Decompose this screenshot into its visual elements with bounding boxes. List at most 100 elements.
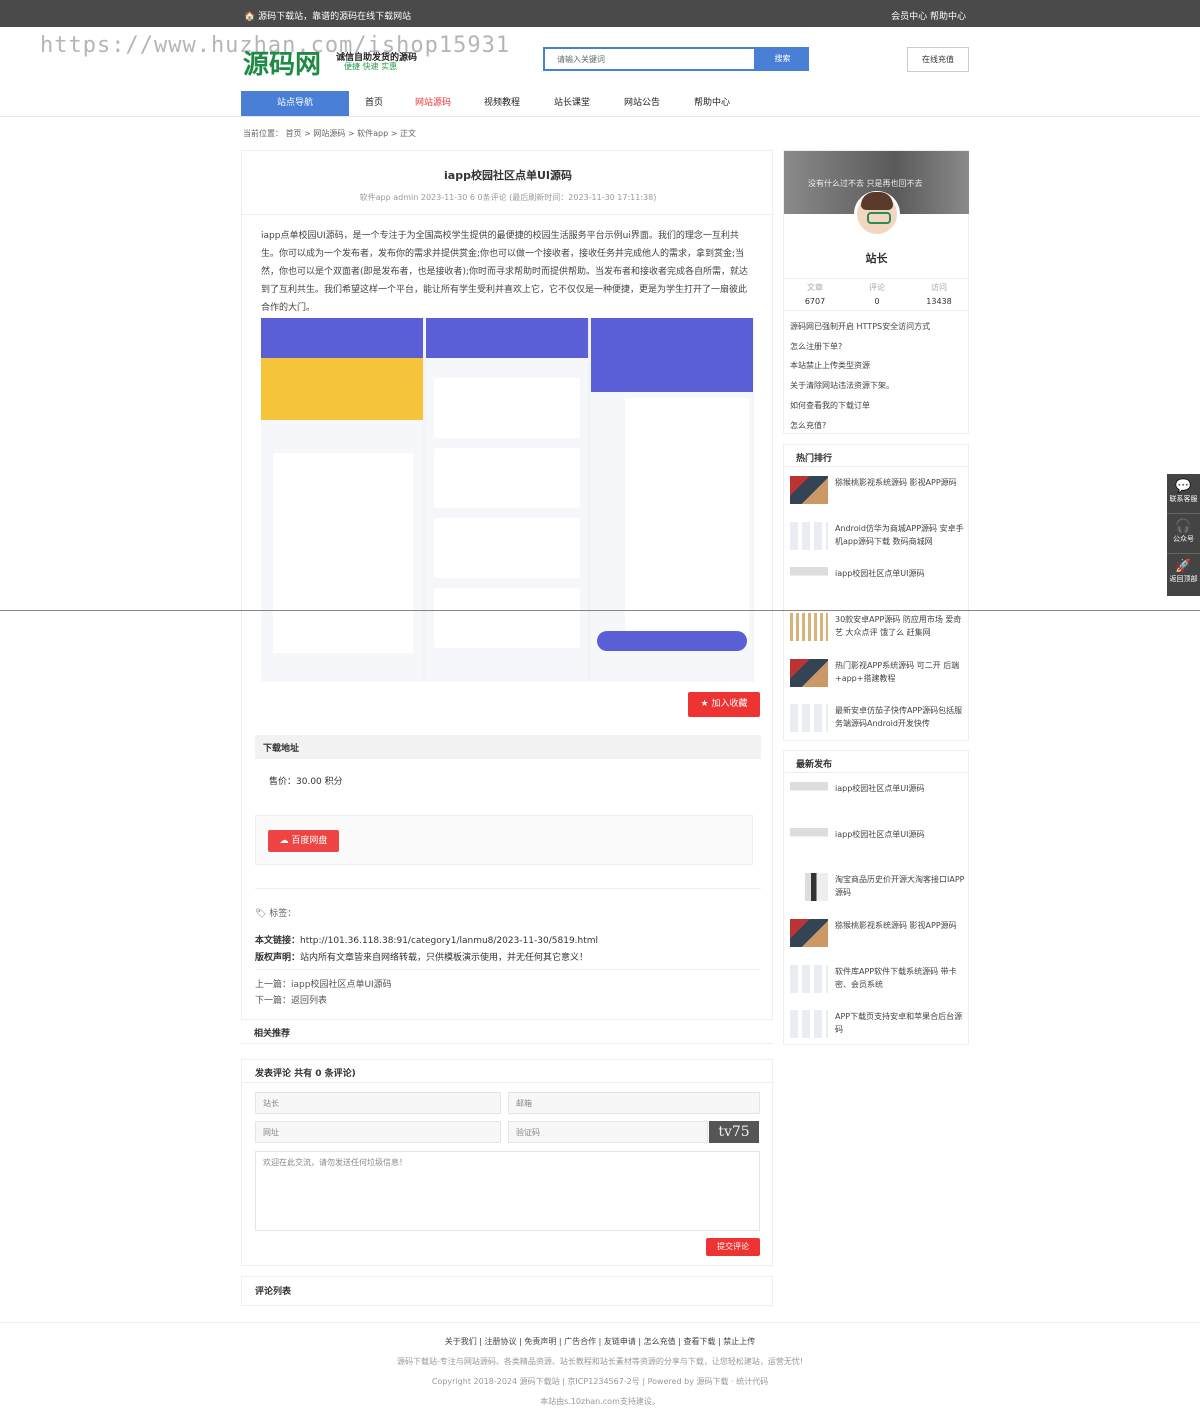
notice-item[interactable]: 关于清除网站违法资源下架。: [790, 376, 930, 396]
list-item[interactable]: 猕猴桃影视系统源码 影视APP源码: [784, 467, 968, 512]
notice-item[interactable]: 怎么注册下单?: [790, 337, 930, 357]
latest-title: 最新发布: [784, 751, 968, 773]
list-item[interactable]: 最新安卓仿茄子快传APP源码包括服务端源码Android开发快传: [784, 695, 968, 740]
site-logo[interactable]: 源码网: [243, 44, 321, 81]
stat-visits: 访问 13438: [908, 282, 970, 306]
article-panel: iapp校园社区点单UI源码 软件app admin 2023-11-30 6 …: [241, 150, 774, 1020]
divider: [0, 116, 1200, 117]
url-field[interactable]: 网址: [255, 1121, 501, 1143]
stat-value: 13438: [926, 297, 952, 306]
nav-home[interactable]: 首页: [365, 91, 383, 116]
float-label: 返回顶部: [1169, 575, 1198, 583]
baidu-pan-button[interactable]: ☁ 百度网盘: [268, 830, 339, 852]
tagline-text: 源码下载站，靠谱的源码在线下载网站: [258, 12, 412, 22]
item-title[interactable]: 淘宝商品历史价开源大淘客接口IAPP源码: [835, 873, 965, 899]
list-item[interactable]: iapp校园社区点单UI源码: [784, 773, 968, 818]
fav-label: 加入收藏: [711, 699, 748, 709]
hot-title: 热门排行: [784, 445, 968, 467]
list-item[interactable]: 软件库APP软件下载系统源码 带卡密、会员系统: [784, 956, 968, 1001]
item-title[interactable]: 热门影视APP系统源码 可二开 后端+app+搭建教程: [835, 659, 965, 685]
tags-label: 标签：: [269, 909, 297, 919]
nav-video[interactable]: 视频教程: [484, 91, 520, 116]
stat-label: 评论: [869, 283, 885, 292]
back-to-top-button[interactable]: 🚀 返回顶部: [1167, 554, 1200, 594]
notice-item[interactable]: 源码网已强制开启 HTTPS安全访问方式: [790, 317, 930, 337]
footer-support: 本站由s.10zhan.com支持建设。: [540, 1397, 660, 1406]
thumbnail: [790, 828, 828, 856]
list-item[interactable]: 猕猴桃影视系统源码 影视APP源码: [784, 910, 968, 955]
notice-item[interactable]: 怎么充值?: [790, 416, 930, 436]
list-item[interactable]: APP下载页支持安卓和苹果合后台源码: [784, 1001, 968, 1046]
nav-class[interactable]: 站长课堂: [554, 91, 590, 116]
thumbnail: [790, 919, 828, 947]
phone-mockup-1: [261, 318, 423, 682]
phone-mockup-2: [426, 318, 588, 682]
item-title[interactable]: 猕猴桃影视系统源码 影视APP源码: [835, 476, 965, 489]
help-center-link[interactable]: 帮助中心: [930, 12, 966, 22]
member-center-link[interactable]: 会员中心: [891, 12, 927, 22]
submit-comment-button[interactable]: 提交评论: [706, 1238, 760, 1256]
site-tagline: 🏠 源码下载站，靠谱的源码在线下载网站: [244, 12, 412, 22]
email-field[interactable]: 邮箱: [508, 1092, 760, 1114]
list-item[interactable]: Android仿华为商城APP源码 安卓手机app源码下载 数码商城网: [784, 513, 968, 558]
item-title[interactable]: 软件库APP软件下载系统源码 带卡密、会员系统: [835, 965, 965, 991]
recharge-button[interactable]: 在线充值: [907, 47, 969, 72]
stat-label: 文章: [807, 283, 823, 292]
next-article-link[interactable]: 下一篇：返回列表: [255, 993, 327, 1006]
thumbnail: [790, 613, 828, 641]
overlay-line: [0, 610, 1200, 611]
customer-service-button[interactable]: 💬 联系客服: [1167, 474, 1200, 514]
notice-list: 源码网已强制开启 HTTPS安全访问方式 怎么注册下单? 本站禁止上传类型资源 …: [790, 317, 930, 435]
item-title[interactable]: APP下载页支持安卓和苹果合后台源码: [835, 1010, 965, 1036]
profile-stats: 文章 6707 评论 0 访问 13438: [784, 278, 969, 311]
item-title[interactable]: iapp校园社区点单UI源码: [835, 782, 965, 795]
prev-article-link[interactable]: 上一篇：iapp校园社区点单UI源码: [255, 977, 392, 990]
item-title[interactable]: 30款安卓APP源码 防应用市场 爱奇艺 大众点评 饿了么 赶集网: [835, 613, 965, 639]
list-item[interactable]: iapp校园社区点单UI源码: [784, 558, 968, 603]
search-input[interactable]: 请输入关键词: [543, 47, 756, 71]
item-title[interactable]: 最新安卓仿茄子快传APP源码包括服务端源码Android开发快传: [835, 704, 965, 730]
nav-notice[interactable]: 网站公告: [624, 91, 660, 116]
thumbnail: [790, 873, 828, 901]
notice-item[interactable]: 本站禁止上传类型资源: [790, 356, 930, 376]
comment-textarea[interactable]: 欢迎在此交流，请勿发送任何垃圾信息！: [255, 1151, 760, 1231]
name-field[interactable]: 站长: [255, 1092, 501, 1114]
thumbnail: [790, 965, 828, 993]
thumbnail: [790, 659, 828, 687]
search-button[interactable]: 搜索: [756, 47, 809, 71]
list-item[interactable]: 淘宝商品历史价开源大淘客接口IAPP源码: [784, 864, 968, 909]
footer-copyright: Copyright 2018-2024 源码下载站 | 京ICP1234567-…: [431, 1377, 769, 1386]
item-title[interactable]: Android仿华为商城APP源码 安卓手机app源码下载 数码商城网: [835, 522, 965, 548]
comment-form: 发表评论 共有 0 条评论) 站长 邮箱 网址 验证码 tv75 欢迎在此交流，…: [241, 1059, 774, 1266]
nav-help[interactable]: 帮助中心: [694, 91, 730, 116]
captcha-image[interactable]: tv75: [709, 1121, 759, 1143]
stat-comments: 评论 0: [846, 282, 908, 306]
top-bar: 🏠 源码下载站，靠谱的源码在线下载网站 会员中心 帮助中心: [0, 0, 1200, 27]
wechat-button[interactable]: 🎧 公众号: [1167, 514, 1200, 554]
list-item[interactable]: iapp校园社区点单UI源码: [784, 819, 968, 864]
rocket-icon: 🚀: [1175, 559, 1192, 574]
top-links: 会员中心 帮助中心: [891, 9, 966, 22]
item-title[interactable]: iapp校园社区点单UI源码: [835, 567, 965, 580]
comment-title: 发表评论 共有 0 条评论): [255, 1069, 356, 1079]
add-favorite-button[interactable]: ★ 加入收藏: [688, 692, 760, 717]
article-title: iapp校园社区点单UI源码: [444, 169, 572, 182]
thumbnail: [790, 522, 828, 550]
captcha-field[interactable]: 验证码: [508, 1121, 708, 1143]
item-title[interactable]: iapp校园社区点单UI源码: [835, 828, 965, 841]
download-box: ☁ 百度网盘: [255, 815, 753, 865]
tags: 🏷 标签：: [255, 909, 297, 919]
notice-item[interactable]: 如何查看我的下载订单: [790, 396, 930, 416]
link-url[interactable]: http://101.36.118.38:91/category1/lanmu8…: [300, 936, 598, 946]
link-label: 本文链接：: [255, 936, 301, 946]
nav-source[interactable]: 网站源码: [415, 91, 451, 116]
divider: [255, 888, 761, 889]
chat-icon: 💬: [1175, 479, 1192, 494]
nav-site-guide[interactable]: 站点导航: [241, 91, 349, 116]
footer-links[interactable]: 关于我们 | 注册协议 | 免责声明 | 广告合作 | 友链申请 | 怎么充值 …: [0, 1336, 1200, 1347]
list-item[interactable]: 热门影视APP系统源码 可二开 后端+app+搭建教程: [784, 650, 968, 695]
comment-list-header: 评论列表: [241, 1276, 773, 1306]
copyright-text: 站内所有文章皆来自网络转载，只供模板演示使用，并无任何其它意义！: [300, 953, 589, 963]
item-title[interactable]: 猕猴桃影视系统源码 影视APP源码: [835, 919, 965, 932]
thumbnail: [790, 704, 828, 732]
